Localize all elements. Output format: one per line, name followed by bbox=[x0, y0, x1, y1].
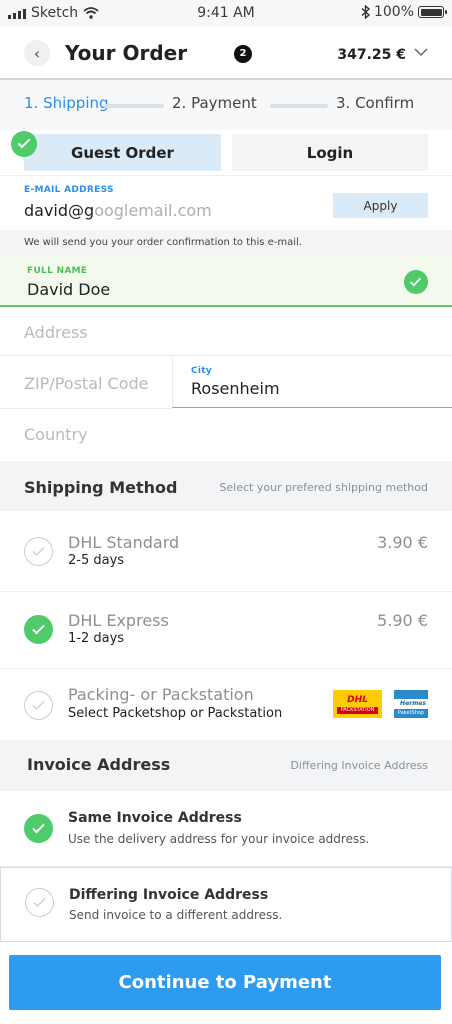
bluetooth-icon bbox=[361, 5, 370, 19]
option-price: 3.90 € bbox=[377, 533, 428, 552]
apply-suggestion-button[interactable]: Apply bbox=[333, 193, 428, 218]
section-subtitle: Select your prefered shipping method bbox=[219, 481, 428, 494]
city-label: City bbox=[191, 366, 213, 376]
option-desc: 1-2 days bbox=[68, 631, 125, 646]
option-desc: Use the delivery address for your invoic… bbox=[68, 832, 370, 846]
invoice-address-header: Invoice Address Differing Invoice Addres… bbox=[0, 740, 452, 791]
page-title: Your Order bbox=[65, 41, 188, 65]
section-subtitle: Differing Invoice Address bbox=[290, 759, 428, 772]
section-title: Shipping Method bbox=[24, 478, 178, 497]
radio-checked-icon bbox=[24, 814, 53, 843]
shipping-option-packstation[interactable]: Packing- or Packstation Select Packetsho… bbox=[0, 669, 452, 740]
valid-check-icon bbox=[404, 270, 428, 294]
step-confirm[interactable]: 3. Confirm bbox=[336, 94, 414, 112]
option-desc: Select Packetshop or Packstation bbox=[68, 706, 283, 721]
shipping-option-dhl-standard[interactable]: DHL Standard 2-5 days 3.90 € bbox=[0, 511, 452, 592]
full-name-label: FULL NAME bbox=[27, 266, 88, 276]
option-price: 5.90 € bbox=[377, 611, 428, 630]
radio-checked-icon bbox=[24, 615, 53, 644]
zip-input[interactable]: ZIP/Postal Code bbox=[24, 374, 149, 393]
step-connector bbox=[270, 104, 328, 108]
chevron-left-icon: ‹ bbox=[33, 43, 41, 63]
login-button[interactable]: Login bbox=[232, 134, 428, 171]
radio-icon bbox=[24, 537, 53, 566]
checkout-steps: 1. Shipping 2. Payment 3. Confirm bbox=[0, 80, 452, 130]
invoice-option-differing[interactable]: Differing Invoice Address Send invoice t… bbox=[0, 867, 452, 942]
city-input[interactable]: Rosenheim bbox=[191, 379, 280, 398]
section-title: Invoice Address bbox=[27, 755, 171, 774]
hermes-paketshop-logo: Hermes PaketShop bbox=[394, 690, 428, 718]
email-typed: david@g bbox=[24, 201, 95, 220]
order-total[interactable]: 347.25 € bbox=[337, 47, 406, 63]
battery-icon bbox=[418, 6, 447, 18]
order-header: ‹ Your Order 2 347.25 € bbox=[0, 27, 452, 80]
step-shipping[interactable]: 1. Shipping bbox=[24, 94, 109, 112]
radio-icon bbox=[25, 888, 54, 917]
option-name: Differing Invoice Address bbox=[69, 887, 269, 903]
city-field[interactable]: City Rosenheim bbox=[172, 355, 452, 408]
address-input[interactable]: Address bbox=[24, 323, 88, 342]
back-button[interactable]: ‹ bbox=[24, 40, 50, 66]
step-connector bbox=[104, 104, 164, 108]
email-hint: We will send you your order confirmation… bbox=[0, 230, 452, 256]
guest-order-button[interactable]: Guest Order bbox=[24, 134, 221, 171]
shipping-method-header: Shipping Method Select your prefered shi… bbox=[0, 461, 452, 511]
divider bbox=[0, 408, 172, 409]
option-name: DHL Standard bbox=[68, 533, 180, 552]
option-desc: Send invoice to a different address. bbox=[69, 908, 283, 922]
account-toggle: Guest Order Login bbox=[0, 130, 452, 176]
email-label: E-MAIL ADDRESS bbox=[24, 185, 114, 195]
chevron-down-icon[interactable] bbox=[414, 47, 428, 57]
shipping-option-dhl-express[interactable]: DHL Express 1-2 days 5.90 € bbox=[0, 592, 452, 669]
email-input[interactable]: david@googlemail.com bbox=[24, 201, 212, 220]
step-payment[interactable]: 2. Payment bbox=[172, 94, 257, 112]
email-field[interactable]: E-MAIL ADDRESS david@googlemail.com Appl… bbox=[0, 176, 452, 230]
option-name: Same Invoice Address bbox=[68, 810, 242, 826]
radio-icon bbox=[24, 691, 53, 720]
email-autocomplete: ooglemail.com bbox=[94, 201, 212, 220]
status-bar: Sketch 9:41 AM 100% bbox=[0, 0, 452, 27]
battery-percent: 100% bbox=[373, 4, 414, 20]
full-name-input[interactable]: David Doe bbox=[27, 280, 110, 299]
full-name-field[interactable]: FULL NAME David Doe bbox=[0, 256, 452, 307]
option-name: Packing- or Packstation bbox=[68, 685, 254, 704]
cart-count-badge: 2 bbox=[234, 45, 252, 63]
check-icon bbox=[11, 131, 37, 157]
continue-to-payment-button[interactable]: Continue to Payment bbox=[9, 955, 441, 1010]
option-name: DHL Express bbox=[68, 611, 169, 630]
dhl-packstation-logo: DHL PACKSTATION bbox=[333, 690, 382, 718]
country-input[interactable]: Country bbox=[24, 425, 88, 444]
option-desc: 2-5 days bbox=[68, 553, 125, 568]
invoice-option-same[interactable]: Same Invoice Address Use the delivery ad… bbox=[0, 791, 452, 867]
